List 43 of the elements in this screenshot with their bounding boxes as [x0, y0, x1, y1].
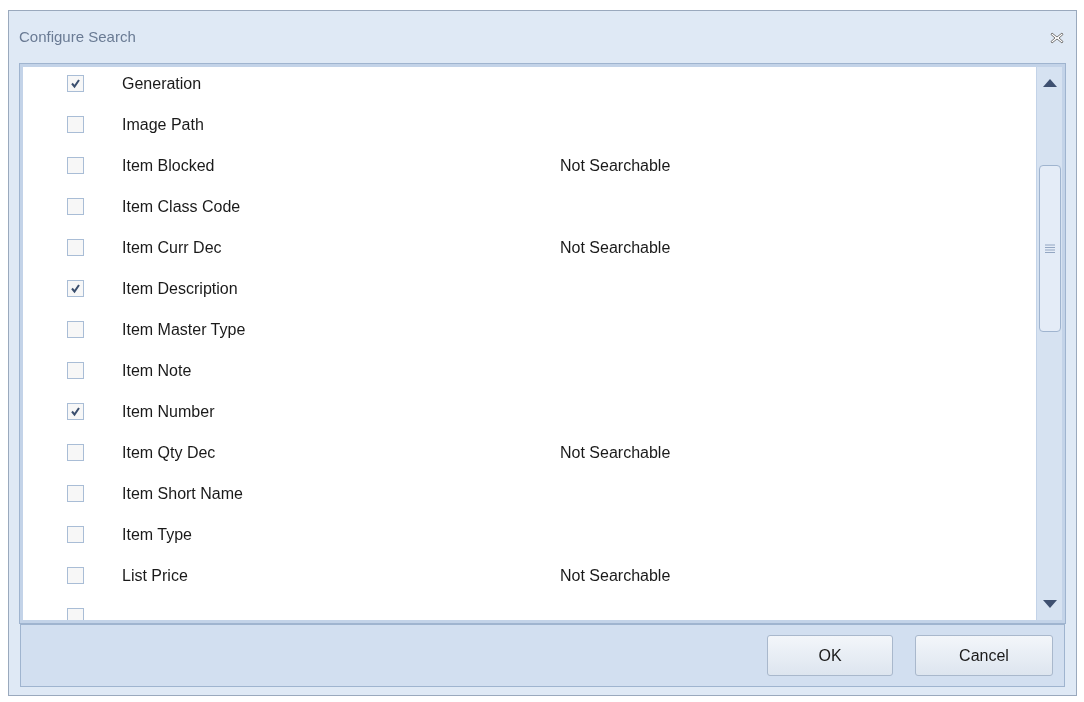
- dialog-button[interactable]: OK: [767, 635, 893, 676]
- checkbox[interactable]: [67, 280, 84, 297]
- close-icon[interactable]: [1050, 31, 1064, 44]
- checkbox[interactable]: [67, 444, 84, 461]
- dialog-button[interactable]: Cancel: [915, 635, 1053, 676]
- grip-icon: [1044, 244, 1055, 253]
- check-icon: [70, 78, 81, 89]
- checkbox[interactable]: [67, 239, 84, 256]
- checkbox[interactable]: [67, 526, 84, 543]
- field-name: Image Path: [122, 115, 204, 133]
- checkbox[interactable]: [67, 198, 84, 215]
- checkbox[interactable]: [67, 567, 84, 584]
- scroll-up-icon[interactable]: [1042, 79, 1057, 87]
- field-name: Item Curr Dec: [122, 238, 222, 256]
- scroll-thumb[interactable]: [1038, 165, 1061, 332]
- checkbox[interactable]: [67, 362, 84, 379]
- field-name: Generation: [122, 74, 202, 92]
- status-text: Not Searchable: [560, 565, 671, 586]
- checkbox[interactable]: [67, 485, 84, 502]
- field-name: List Price: [122, 566, 188, 584]
- field-name: Item Qty Dec: [122, 443, 216, 461]
- checkbox[interactable]: [67, 403, 84, 420]
- field-name: Item Class Code: [122, 197, 241, 215]
- checkbox[interactable]: [67, 75, 84, 92]
- scroll-down-icon[interactable]: [1042, 600, 1057, 608]
- scrollbar[interactable]: [1036, 67, 1062, 620]
- checkbox[interactable]: [67, 608, 84, 620]
- field-name: Item Number: [122, 402, 215, 420]
- check-icon: [70, 283, 81, 294]
- status-text: Not Searchable: [560, 155, 671, 176]
- checkbox[interactable]: [67, 321, 84, 338]
- field-name: Item Blocked: [122, 156, 215, 174]
- window-title: Configure Search: [19, 27, 136, 48]
- check-icon: [70, 406, 81, 417]
- field-name: Item Master Type: [122, 320, 246, 338]
- field-name: Item Note: [122, 361, 192, 379]
- checkbox[interactable]: [67, 116, 84, 133]
- field-name: Item Short Name: [122, 484, 243, 502]
- status-text: Not Searchable: [560, 442, 671, 463]
- status-text: Not Searchable: [560, 237, 671, 258]
- field-name: Item Description: [122, 279, 238, 297]
- checkbox[interactable]: [67, 157, 84, 174]
- field-name: Item Type: [122, 525, 192, 543]
